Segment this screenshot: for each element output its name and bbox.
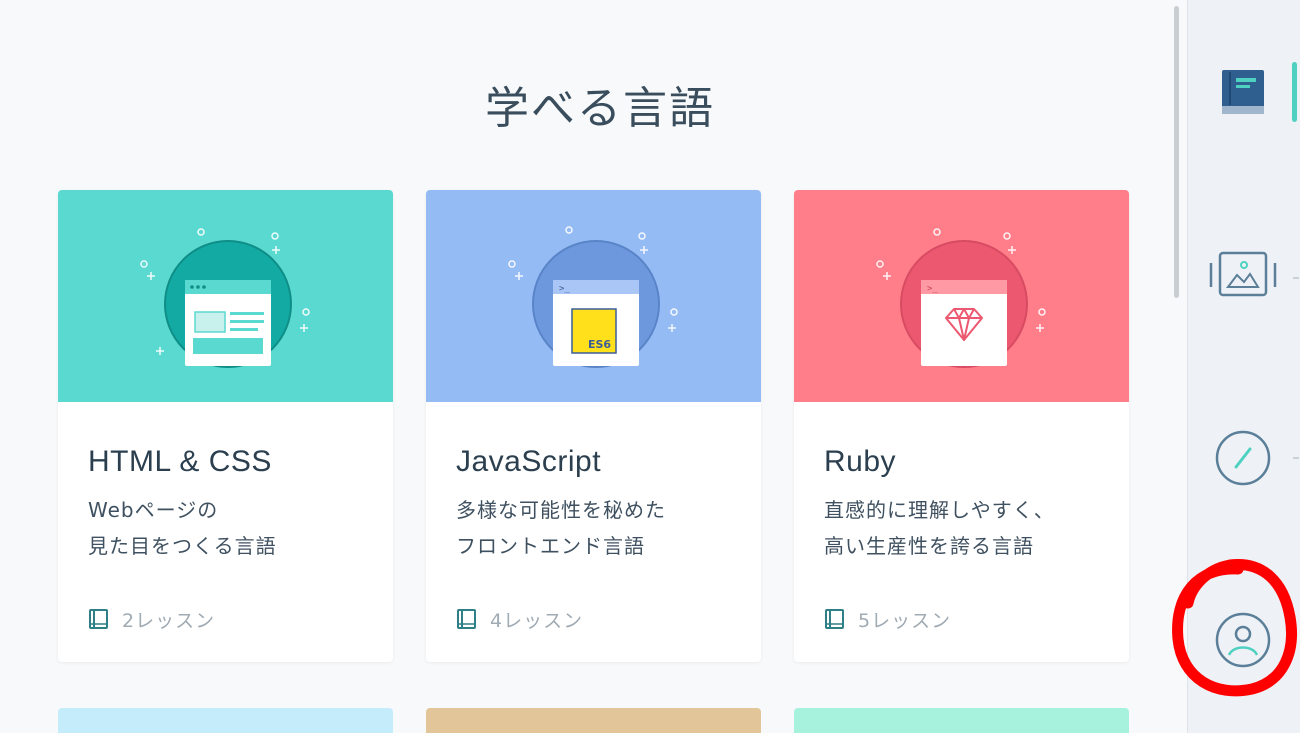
course-card-javascript[interactable]: >_ ES6 JavaScript 多様な可能性を秘めた フロントエンド言語 4… <box>426 190 761 662</box>
svg-text:>_: >_ <box>927 284 938 294</box>
course-card-next-1[interactable] <box>58 708 393 733</box>
lesson-book-icon <box>457 609 476 629</box>
nav-tick <box>1293 277 1299 279</box>
sidebar-item-courses[interactable] <box>1188 35 1300 155</box>
svg-text:>_: >_ <box>559 284 570 294</box>
image-icon <box>1209 251 1277 297</box>
scrollbar-thumb[interactable] <box>1174 6 1179 298</box>
svg-text:ES6: ES6 <box>588 338 611 351</box>
javascript-illustration-icon: >_ ES6 <box>508 226 678 368</box>
page-title: 学べる言語 <box>485 83 715 134</box>
course-card-next-3[interactable] <box>794 708 1129 733</box>
course-card-html-css[interactable]: HTML & CSS Webページの 見た目をつくる言語 2レッスン <box>58 190 393 662</box>
lesson-count: 2レッスン <box>88 606 215 632</box>
sidebar-item-explore[interactable] <box>1188 400 1300 520</box>
nav-tick <box>1293 457 1299 459</box>
course-description: 多様な可能性を秘めた フロントエンド言語 <box>456 492 666 564</box>
course-card-next-2[interactable] <box>426 708 761 733</box>
lesson-count: 4レッスン <box>456 606 583 632</box>
sidebar-item-gallery[interactable] <box>1188 216 1300 336</box>
ruby-illustration-icon: >_ <box>876 228 1046 368</box>
course-banner-html-css <box>58 190 393 402</box>
course-description-line: 多様な可能性を秘めた <box>456 498 666 522</box>
lesson-book-icon <box>89 609 108 629</box>
lesson-count-label: 4レッスン <box>490 609 584 632</box>
course-banner-javascript: >_ ES6 <box>426 190 761 402</box>
lesson-book-icon <box>825 609 844 629</box>
lesson-count: 5レッスン <box>824 606 951 632</box>
right-sidebar <box>1187 0 1300 733</box>
active-nav-indicator <box>1292 62 1297 122</box>
user-profile-icon <box>1215 612 1271 668</box>
course-card-ruby[interactable]: >_ Ruby 直感的に理解しやすく、 高い生産性を誇る言語 5レッスン <box>794 190 1129 662</box>
compass-icon <box>1215 430 1271 486</box>
sidebar-item-profile[interactable] <box>1188 582 1300 702</box>
page: 学べる言語 HTML & CSS Webページの 見た目をつくる言語 2レッスン… <box>0 0 1300 733</box>
course-description-line: 高い生産性を誇る言語 <box>824 534 1034 558</box>
vertical-scrollbar[interactable] <box>1172 0 1182 733</box>
course-description: Webページの 見た目をつくる言語 <box>88 492 277 564</box>
lesson-count-label: 5レッスン <box>858 609 952 632</box>
course-description-line: Webページの <box>88 498 219 522</box>
course-description-line: フロントエンド言語 <box>456 534 645 558</box>
course-banner-ruby: >_ <box>794 190 1129 402</box>
lesson-count-label: 2レッスン <box>122 609 216 632</box>
course-description-line: 直感的に理解しやすく、 <box>824 498 1055 522</box>
course-title: JavaScript <box>456 445 602 478</box>
course-title: HTML & CSS <box>88 445 272 478</box>
course-description: 直感的に理解しやすく、 高い生産性を誇る言語 <box>824 492 1055 564</box>
book-icon <box>1222 70 1264 114</box>
html-css-illustration-icon <box>140 228 310 368</box>
course-title: Ruby <box>824 445 897 478</box>
course-description-line: 見た目をつくる言語 <box>88 534 277 558</box>
